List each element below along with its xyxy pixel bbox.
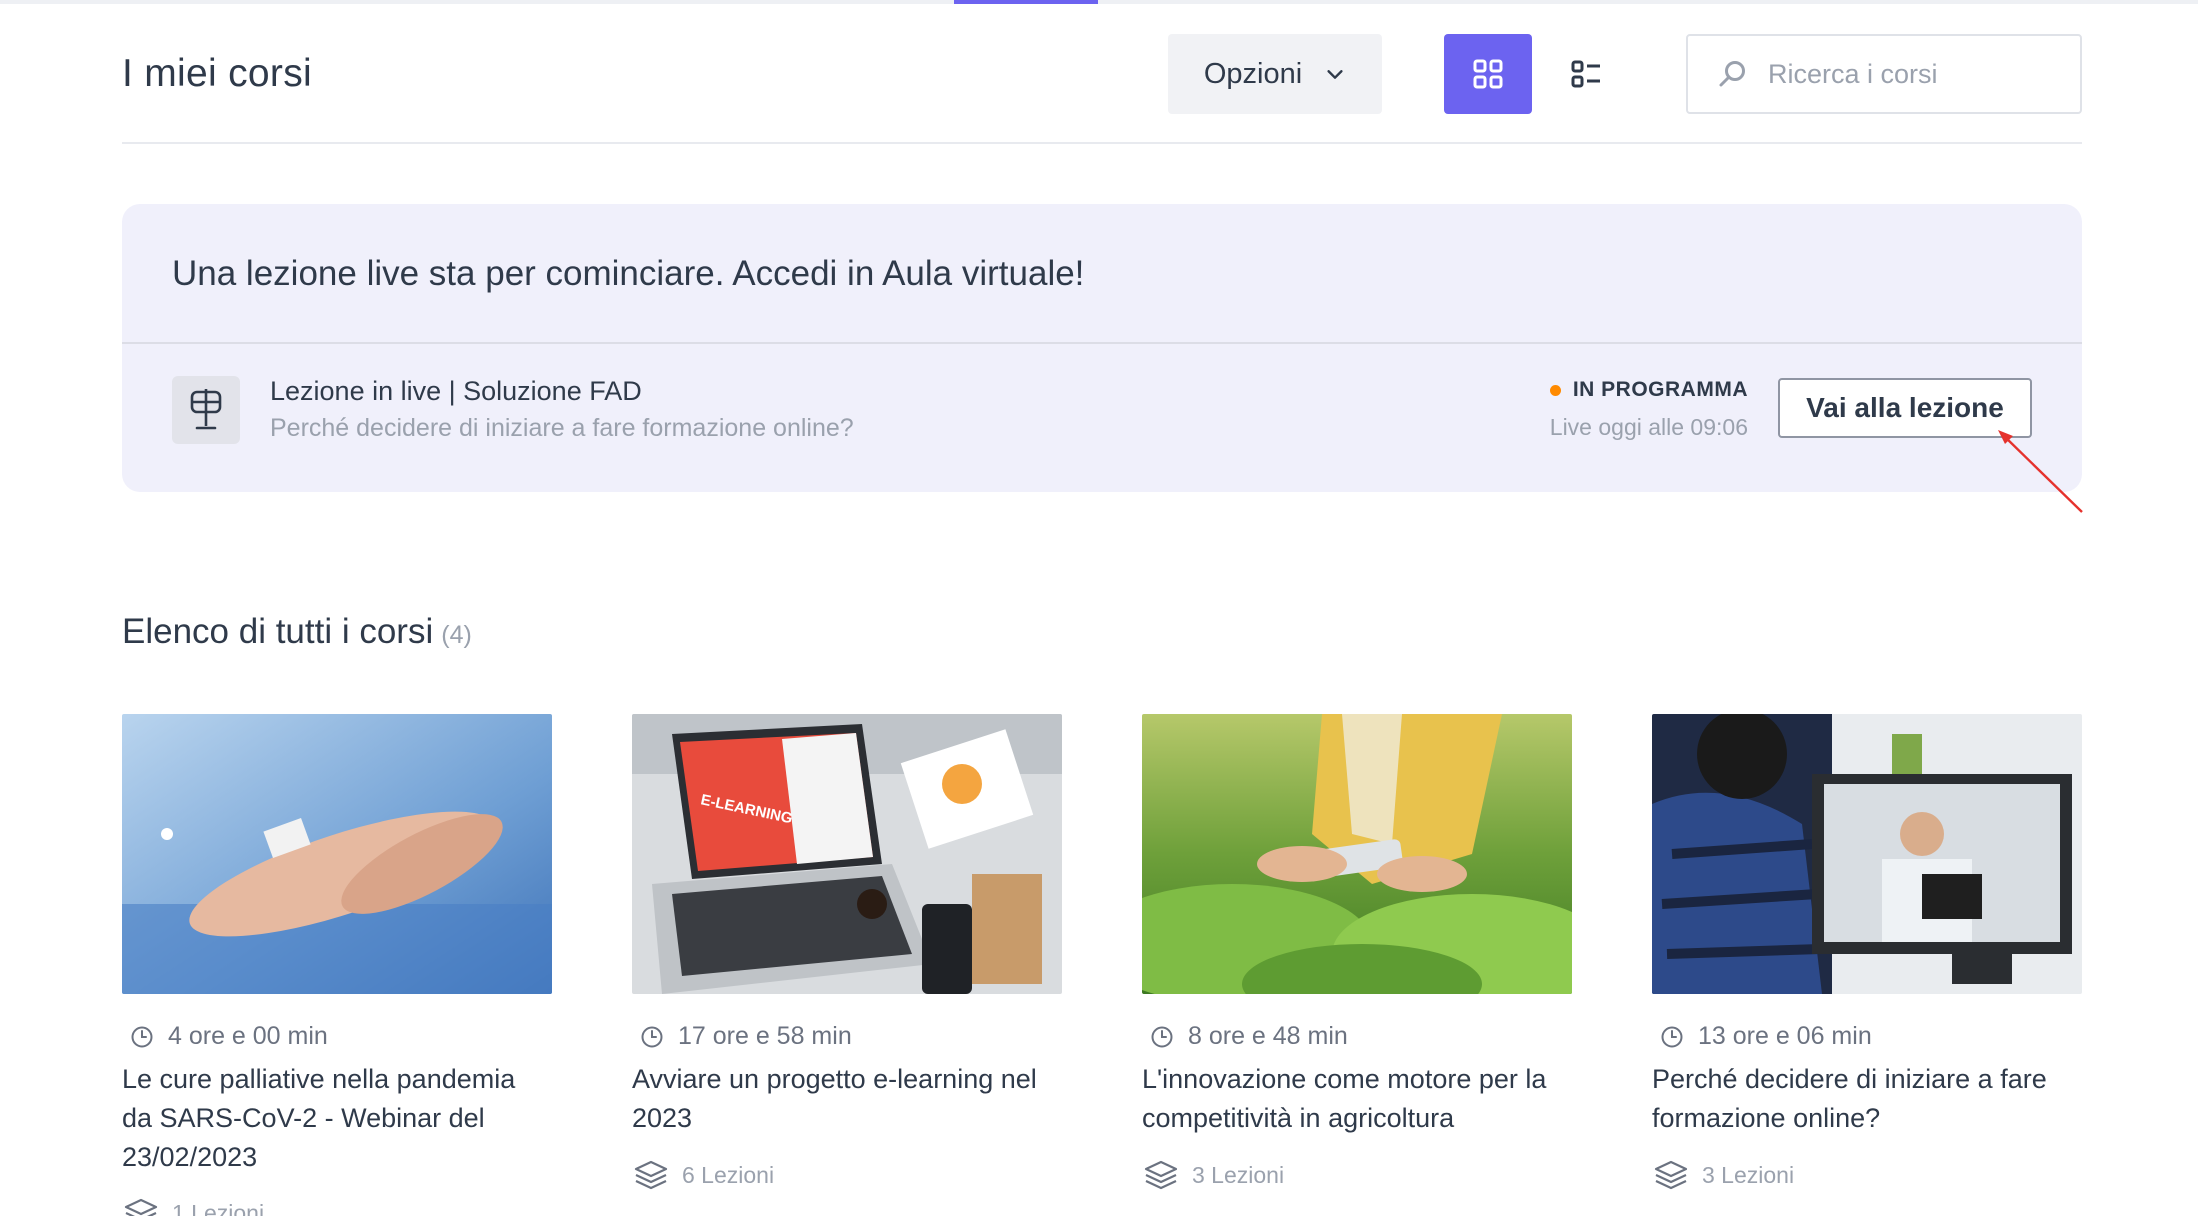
status-label: IN PROGRAMMA [1572,378,1748,401]
lesson-count: 6 Lezioni [634,1160,774,1190]
options-label: Opzioni [1203,57,1303,90]
lesson-count: 1 Lezioni [124,1198,264,1216]
status-badge: IN PROGRAMMA [1549,378,1748,402]
options-dropdown[interactable]: Opzioni [1168,34,1382,114]
live-time: Live oggi alle 09:06 [1549,414,1748,440]
grid-view-button[interactable] [1444,34,1532,114]
course-card[interactable]: 4 ore e 00 min Le cure palliative nella … [122,714,552,1216]
clock-icon [641,1026,663,1047]
search-input[interactable] [1768,58,2068,90]
course-duration: 13 ore e 06 min [1660,1022,1872,1051]
list-view-button[interactable] [1542,34,1630,114]
course-title[interactable]: Avviare un progetto e-learning nel 2023 [632,1060,1062,1138]
lesson-count-text: 1 Lezioni [172,1199,265,1216]
clock-icon [1661,1026,1683,1047]
course-image [122,714,552,994]
layers-icon [634,1160,668,1190]
course-image: E-LEARNING [632,714,1062,994]
lesson-count: 3 Lezioni [1144,1160,1284,1190]
live-heading: Una lezione live sta per cominciare. Acc… [172,254,1085,293]
status-dot-icon [1549,384,1561,396]
page-header: I miei corsi Opzioni [122,34,2082,144]
course-card[interactable]: 13 ore e 06 min Perché decidere di inizi… [1652,714,2082,1216]
active-nav-indicator [954,0,1098,4]
live-lesson-panel: Una lezione live sta per cominciare. Acc… [122,204,2082,492]
top-border [0,0,2198,4]
course-count: (4) [441,621,472,649]
page-title: I miei corsi [122,52,312,95]
presentation-icon [172,376,240,444]
search-field[interactable] [1686,34,2082,114]
search-icon [1719,61,1745,87]
annotation-arrow-icon [1998,430,2083,513]
course-card[interactable]: E-LEARNING 17 ore e 58 min Avviare un pr… [632,714,1062,1216]
layers-icon [124,1198,158,1216]
courses-section-title: Elenco di tutti i corsi (4) [122,612,472,652]
duration-text: 8 ore e 48 min [1188,1022,1348,1050]
clock-icon [131,1026,153,1047]
lesson-count-text: 3 Lezioni [1192,1161,1285,1188]
course-duration: 8 ore e 48 min [1150,1022,1348,1051]
layers-icon [1144,1160,1178,1190]
duration-text: 17 ore e 58 min [678,1022,852,1050]
course-duration: 4 ore e 00 min [130,1022,328,1051]
course-card[interactable]: 8 ore e 48 min L'innovazione come motore… [1142,714,1572,1216]
course-image [1142,714,1572,994]
duration-text: 4 ore e 00 min [168,1022,328,1050]
clock-icon [1151,1026,1173,1047]
lesson-count-text: 3 Lezioni [1702,1161,1795,1188]
course-title[interactable]: Perché decidere di iniziare a fare forma… [1652,1060,2082,1138]
course-title[interactable]: L'innovazione come motore per la competi… [1142,1060,1572,1138]
course-grid: 4 ore e 00 min Le cure palliative nella … [122,714,2082,1216]
list-view-icon [1571,60,1600,88]
live-lesson-subtitle: Perché decidere di iniziare a fare forma… [270,414,854,442]
lesson-count: 3 Lezioni [1654,1160,1794,1190]
chevron-down-icon [1327,70,1343,79]
course-title[interactable]: Le cure palliative nella pandemia da SAR… [122,1060,552,1177]
live-lesson-title: Lezione in live | Soluzione FAD [270,376,642,406]
section-title-text: Elenco di tutti i corsi [122,612,434,651]
course-image [1652,714,2082,994]
layers-icon [1654,1160,1688,1190]
duration-text: 13 ore e 06 min [1698,1022,1872,1050]
course-duration: 17 ore e 58 min [640,1022,852,1051]
lesson-count-text: 6 Lezioni [682,1161,775,1188]
live-lesson-row: Lezione in live | Soluzione FAD Perché d… [122,344,2082,492]
grid-view-icon [1473,59,1503,89]
